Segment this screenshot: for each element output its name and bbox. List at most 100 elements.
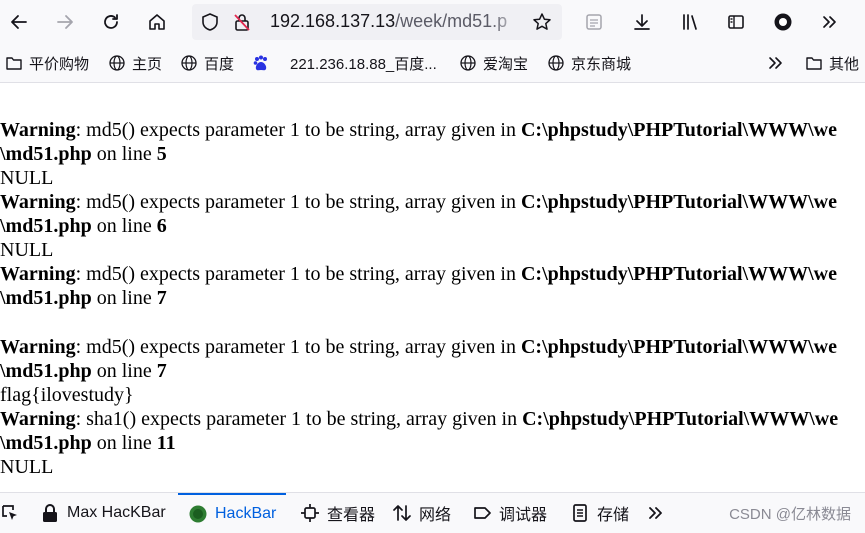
url-bar[interactable]: 192.168.137.13/week/md51.p	[192, 4, 562, 40]
reader-view-button[interactable]	[578, 6, 610, 38]
tab-label: 网络	[419, 507, 452, 524]
warning-line: Warning: md5() expects parameter 1 to be…	[0, 335, 837, 359]
insecure-lock-icon[interactable]	[232, 12, 252, 37]
file-path: C:\phpstudy\PHPTutorial\WWW\we	[522, 408, 839, 430]
bookmark-label: 百度	[204, 55, 235, 73]
csdn-watermark: CSDN @亿林数据	[729, 506, 851, 523]
bookmark-star-button[interactable]	[532, 12, 552, 37]
account-circle-icon	[774, 13, 792, 31]
url-path: /week/md51.p	[395, 11, 508, 31]
on-line-text: on line	[91, 432, 157, 454]
tracking-shield-icon[interactable]	[200, 12, 220, 37]
warning-message: : md5() expects parameter 1 to be string…	[75, 119, 521, 141]
double-chevron-right-icon	[823, 16, 836, 28]
warning-label: Warning	[0, 263, 76, 285]
warning-label: Warning	[0, 336, 76, 358]
warning-message: : md5() expects parameter 1 to be string…	[75, 191, 521, 213]
sidebar-icon	[728, 15, 744, 29]
lock-icon	[43, 504, 57, 522]
warning-line: Warning: md5() expects parameter 1 to be…	[0, 190, 837, 214]
tab-hackbar[interactable]: HackBar	[178, 493, 287, 533]
downloads-button[interactable]	[626, 6, 658, 38]
page-content: Warning: md5() expects parameter 1 to be…	[0, 84, 865, 492]
on-line-text: on line	[91, 215, 157, 237]
bookmarks-overflow-button[interactable]	[766, 52, 790, 74]
file-path: C:\phpstudy\PHPTutorial\WWW\we	[520, 263, 837, 285]
download-icon	[634, 14, 650, 30]
warning-message: : sha1() expects parameter 1 to be strin…	[75, 408, 523, 430]
warning-line: Warning: sha1() expects parameter 1 to b…	[0, 407, 838, 431]
null-output: NULL	[0, 167, 54, 189]
line-number: 7	[156, 360, 167, 382]
debugger-icon	[474, 507, 491, 519]
flag-output: flag{ilovestudy}	[0, 384, 134, 406]
warning-message: : md5() expects parameter 1 to be string…	[75, 336, 521, 358]
tab-label: 调试器	[499, 507, 548, 524]
file-name: \md51.php	[0, 287, 92, 309]
file-name: \md51.php	[0, 360, 92, 382]
bookmark-item[interactable]: 主页	[108, 52, 162, 74]
on-line-text: on line	[91, 287, 157, 309]
line-number: 11	[156, 432, 176, 454]
hackbar-icon	[189, 505, 207, 523]
warning-message: : md5() expects parameter 1 to be string…	[75, 263, 521, 285]
forward-button[interactable]	[49, 6, 81, 38]
overflow-menu-button[interactable]	[813, 6, 845, 38]
file-line: \md51.php on line 6	[0, 214, 167, 238]
tab-label: 查看器	[327, 507, 376, 524]
bookmark-item[interactable]: 平价购物	[5, 52, 89, 74]
bookmark-item[interactable]: 百度	[180, 52, 234, 74]
file-path: C:\phpstudy\PHPTutorial\WWW\we	[520, 119, 837, 141]
bookmark-item[interactable]: 其他	[805, 52, 859, 74]
tab-network[interactable]: 网络	[392, 493, 451, 533]
library-button[interactable]	[674, 6, 706, 38]
file-name: \md51.php	[0, 143, 92, 165]
file-name: \md51.php	[0, 432, 92, 454]
file-line: \md51.php on line 7	[0, 359, 167, 383]
bookmark-label: 京东商城	[571, 55, 632, 73]
tab-storage[interactable]: 存储	[570, 493, 629, 533]
back-button[interactable]	[3, 6, 35, 38]
warning-label: Warning	[0, 119, 76, 141]
file-name: \md51.php	[0, 215, 92, 237]
storage-icon	[573, 504, 587, 522]
reader-view-icon	[586, 14, 602, 30]
globe-icon	[109, 55, 125, 71]
reload-icon	[104, 14, 118, 29]
warning-line: Warning: md5() expects parameter 1 to be…	[0, 262, 837, 286]
tab-inspector[interactable]: 查看器	[300, 493, 375, 533]
bookmark-item[interactable]: 爱淘宝	[459, 52, 528, 74]
tab-debugger[interactable]: 调试器	[472, 493, 547, 533]
navigation-toolbar: 192.168.137.13/week/md51.p	[0, 0, 865, 44]
baidu-paw-icon	[253, 55, 267, 71]
account-button[interactable]	[767, 6, 799, 38]
double-chevron-right-icon	[769, 57, 782, 69]
tab-max-hackbar[interactable]: Max HacKBar	[40, 493, 166, 533]
bookmark-label: 爱淘宝	[483, 55, 529, 73]
globe-icon	[460, 55, 476, 71]
on-line-text: on line	[91, 360, 157, 382]
bookmark-item[interactable]: 京东商城	[547, 52, 631, 74]
line-number: 5	[156, 143, 167, 165]
url-host: 192.168.137.13	[270, 11, 396, 31]
bookmark-label: 主页	[132, 55, 163, 73]
network-icon	[393, 505, 411, 521]
bookmark-label: 平价购物	[29, 55, 90, 73]
null-output: NULL	[0, 239, 54, 261]
library-icon	[683, 14, 697, 30]
double-chevron-right-icon	[649, 507, 662, 519]
tab-label: 存储	[597, 507, 630, 524]
pick-element-button[interactable]	[0, 493, 27, 533]
home-button[interactable]	[141, 6, 173, 38]
line-number: 6	[156, 215, 167, 237]
globe-icon	[181, 55, 197, 71]
devtools-overflow-button[interactable]	[646, 493, 673, 533]
sidebar-button[interactable]	[720, 6, 752, 38]
home-icon	[149, 14, 165, 30]
reload-button[interactable]	[95, 6, 127, 38]
bookmark-item[interactable]: 221.236.18.88_百度...	[252, 52, 437, 74]
warning-line: Warning: md5() expects parameter 1 to be…	[0, 118, 837, 142]
on-line-text: on line	[91, 143, 157, 165]
globe-icon	[548, 55, 564, 71]
warning-label: Warning	[0, 191, 76, 213]
